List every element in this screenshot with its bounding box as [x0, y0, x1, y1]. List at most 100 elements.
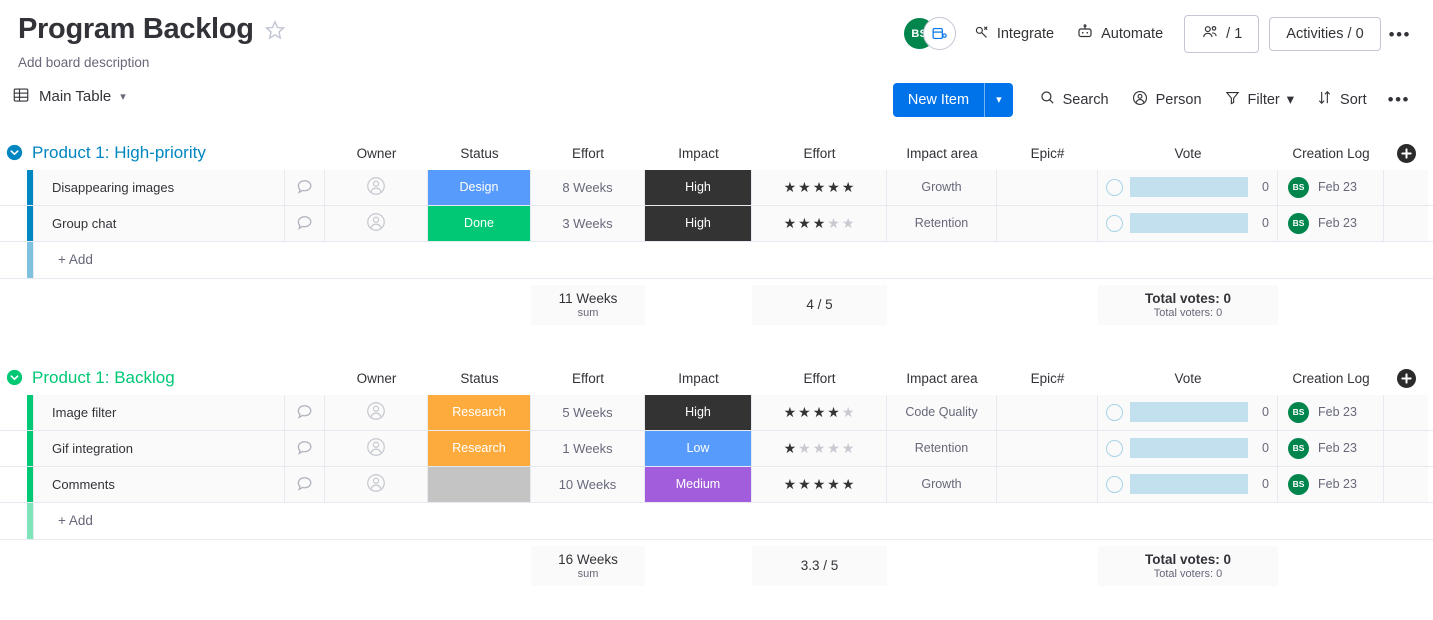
cell-rating[interactable]: ★ ★ ★ ★ ★	[752, 466, 887, 502]
table-row[interactable]: Group chat Done 3 Weeks High ★ ★ ★ ★ ★ Retention 0…	[0, 205, 1433, 242]
add-item-row[interactable]: + Add	[0, 241, 1433, 279]
table-row[interactable]: Disappearing images Design 8 Weeks High ★ ★ ★ ★…	[0, 169, 1433, 206]
filter-button[interactable]: Filter ▾	[1214, 82, 1305, 117]
comment-bubble-icon[interactable]	[285, 430, 325, 466]
cell-vote[interactable]: 0	[1098, 205, 1278, 241]
cell-rating[interactable]: ★ ★ ★ ★ ★	[752, 394, 887, 430]
rating-stars[interactable]: ★ ★ ★ ★ ★	[784, 441, 855, 455]
cell-rating[interactable]: ★ ★ ★ ★ ★	[752, 430, 887, 466]
add-item-row[interactable]: + Add	[0, 502, 1433, 540]
new-item-button[interactable]: New Item ▾	[892, 82, 1013, 117]
more-options-icon[interactable]: •••	[1379, 84, 1419, 115]
cell-owner[interactable]	[325, 466, 428, 502]
cell-item-name[interactable]: Image filter	[33, 394, 285, 430]
table-row[interactable]: Gif integration Research 1 Weeks Low ★ ★ ★ ★ ★ Re…	[0, 430, 1433, 467]
cell-owner[interactable]	[325, 430, 428, 466]
star-icon[interactable]: ★	[798, 477, 811, 491]
star-icon[interactable]: ★	[813, 441, 826, 455]
vote-button-icon[interactable]	[1106, 214, 1123, 232]
cell-impact[interactable]: High	[645, 394, 752, 430]
vote-button-icon[interactable]	[1106, 439, 1123, 457]
chevron-down-icon[interactable]: ▾	[120, 90, 126, 103]
cell-impact[interactable]: High	[645, 169, 752, 205]
cell-rating[interactable]: ★ ★ ★ ★ ★	[752, 205, 887, 241]
cell-effort[interactable]: 3 Weeks	[531, 205, 645, 241]
cell-impact[interactable]: Low	[645, 430, 752, 466]
cell-effort[interactable]: 5 Weeks	[531, 394, 645, 430]
cell-impact-area[interactable]: Retention	[887, 205, 997, 241]
search-button[interactable]: Search	[1029, 82, 1119, 117]
rating-stars[interactable]: ★ ★ ★ ★ ★	[784, 405, 855, 419]
cell-owner[interactable]	[325, 205, 428, 241]
cell-vote[interactable]: 0	[1098, 169, 1278, 205]
cell-epic[interactable]	[997, 430, 1098, 466]
add-item-label[interactable]: + Add	[33, 241, 1428, 278]
cell-item-name[interactable]: Group chat	[33, 205, 285, 241]
avatar-group[interactable]: BS	[903, 17, 962, 51]
board-description[interactable]: Add board description	[18, 55, 1433, 70]
more-options-icon[interactable]: •••	[1381, 19, 1419, 50]
cell-impact-area[interactable]: Retention	[887, 430, 997, 466]
vote-button-icon[interactable]	[1106, 178, 1123, 196]
cell-status[interactable]: Done	[428, 205, 531, 241]
star-icon[interactable]: ★	[827, 180, 840, 194]
sort-button[interactable]: Sort	[1306, 82, 1377, 117]
cell-creation-log[interactable]: BS Feb 23	[1278, 169, 1384, 205]
cell-epic[interactable]	[997, 205, 1098, 241]
rating-stars[interactable]: ★ ★ ★ ★ ★	[784, 477, 855, 491]
cell-impact-area[interactable]: Growth	[887, 169, 997, 205]
cell-creation-log[interactable]: BS Feb 23	[1278, 205, 1384, 241]
vote-button-icon[interactable]	[1106, 475, 1123, 493]
cell-impact-area[interactable]: Code Quality	[887, 394, 997, 430]
vote-button-icon[interactable]	[1106, 403, 1123, 421]
cell-status[interactable]: Research	[428, 430, 531, 466]
cell-vote[interactable]: 0	[1098, 394, 1278, 430]
cell-status[interactable]: Research	[428, 394, 531, 430]
star-icon[interactable]: ★	[798, 216, 811, 230]
star-outline-icon[interactable]	[264, 19, 286, 41]
board-view-icon[interactable]	[922, 17, 956, 50]
cell-impact-area[interactable]: Growth	[887, 466, 997, 502]
cell-impact[interactable]: High	[645, 205, 752, 241]
cell-creation-log[interactable]: BS Feb 23	[1278, 394, 1384, 430]
chevron-down-circle-icon[interactable]	[6, 144, 23, 161]
cell-status[interactable]	[428, 466, 531, 502]
star-icon[interactable]: ★	[813, 477, 826, 491]
comment-bubble-icon[interactable]	[285, 394, 325, 430]
cell-effort[interactable]: 8 Weeks	[531, 169, 645, 205]
comment-bubble-icon[interactable]	[285, 205, 325, 241]
star-icon[interactable]: ★	[827, 405, 840, 419]
cell-item-name[interactable]: Comments	[33, 466, 285, 502]
automate-button[interactable]: Automate	[1065, 16, 1174, 52]
add-column-icon[interactable]	[1397, 143, 1416, 163]
comment-bubble-icon[interactable]	[285, 466, 325, 502]
rating-stars[interactable]: ★ ★ ★ ★ ★	[784, 180, 855, 194]
star-icon[interactable]: ★	[784, 180, 797, 194]
activities-button[interactable]: Activities / 0	[1269, 17, 1381, 51]
cell-rating[interactable]: ★ ★ ★ ★ ★	[752, 169, 887, 205]
new-item-caret-icon[interactable]: ▾	[985, 83, 1013, 117]
star-icon[interactable]: ★	[813, 216, 826, 230]
table-row[interactable]: Image filter Research 5 Weeks High ★ ★ ★ ★ ★ Code…	[0, 394, 1433, 431]
star-icon[interactable]: ★	[798, 405, 811, 419]
cell-item-name[interactable]: Gif integration	[33, 430, 285, 466]
cell-effort[interactable]: 1 Weeks	[531, 430, 645, 466]
group-title[interactable]: Product 1: Backlog	[32, 368, 175, 388]
cell-owner[interactable]	[325, 394, 428, 430]
chevron-down-icon[interactable]: ▾	[1287, 92, 1294, 108]
add-column-icon[interactable]	[1397, 368, 1416, 388]
star-icon[interactable]: ★	[827, 216, 840, 230]
star-icon[interactable]: ★	[813, 405, 826, 419]
group-title[interactable]: Product 1: High-priority	[32, 143, 206, 163]
star-icon[interactable]: ★	[842, 441, 855, 455]
cell-owner[interactable]	[325, 169, 428, 205]
cell-vote[interactable]: 0	[1098, 466, 1278, 502]
cell-creation-log[interactable]: BS Feb 23	[1278, 466, 1384, 502]
cell-impact[interactable]: Medium	[645, 466, 752, 502]
star-icon[interactable]: ★	[784, 405, 797, 419]
rating-stars[interactable]: ★ ★ ★ ★ ★	[784, 216, 855, 230]
star-icon[interactable]: ★	[842, 477, 855, 491]
star-icon[interactable]: ★	[784, 216, 797, 230]
star-icon[interactable]: ★	[827, 477, 840, 491]
star-icon[interactable]: ★	[842, 180, 855, 194]
